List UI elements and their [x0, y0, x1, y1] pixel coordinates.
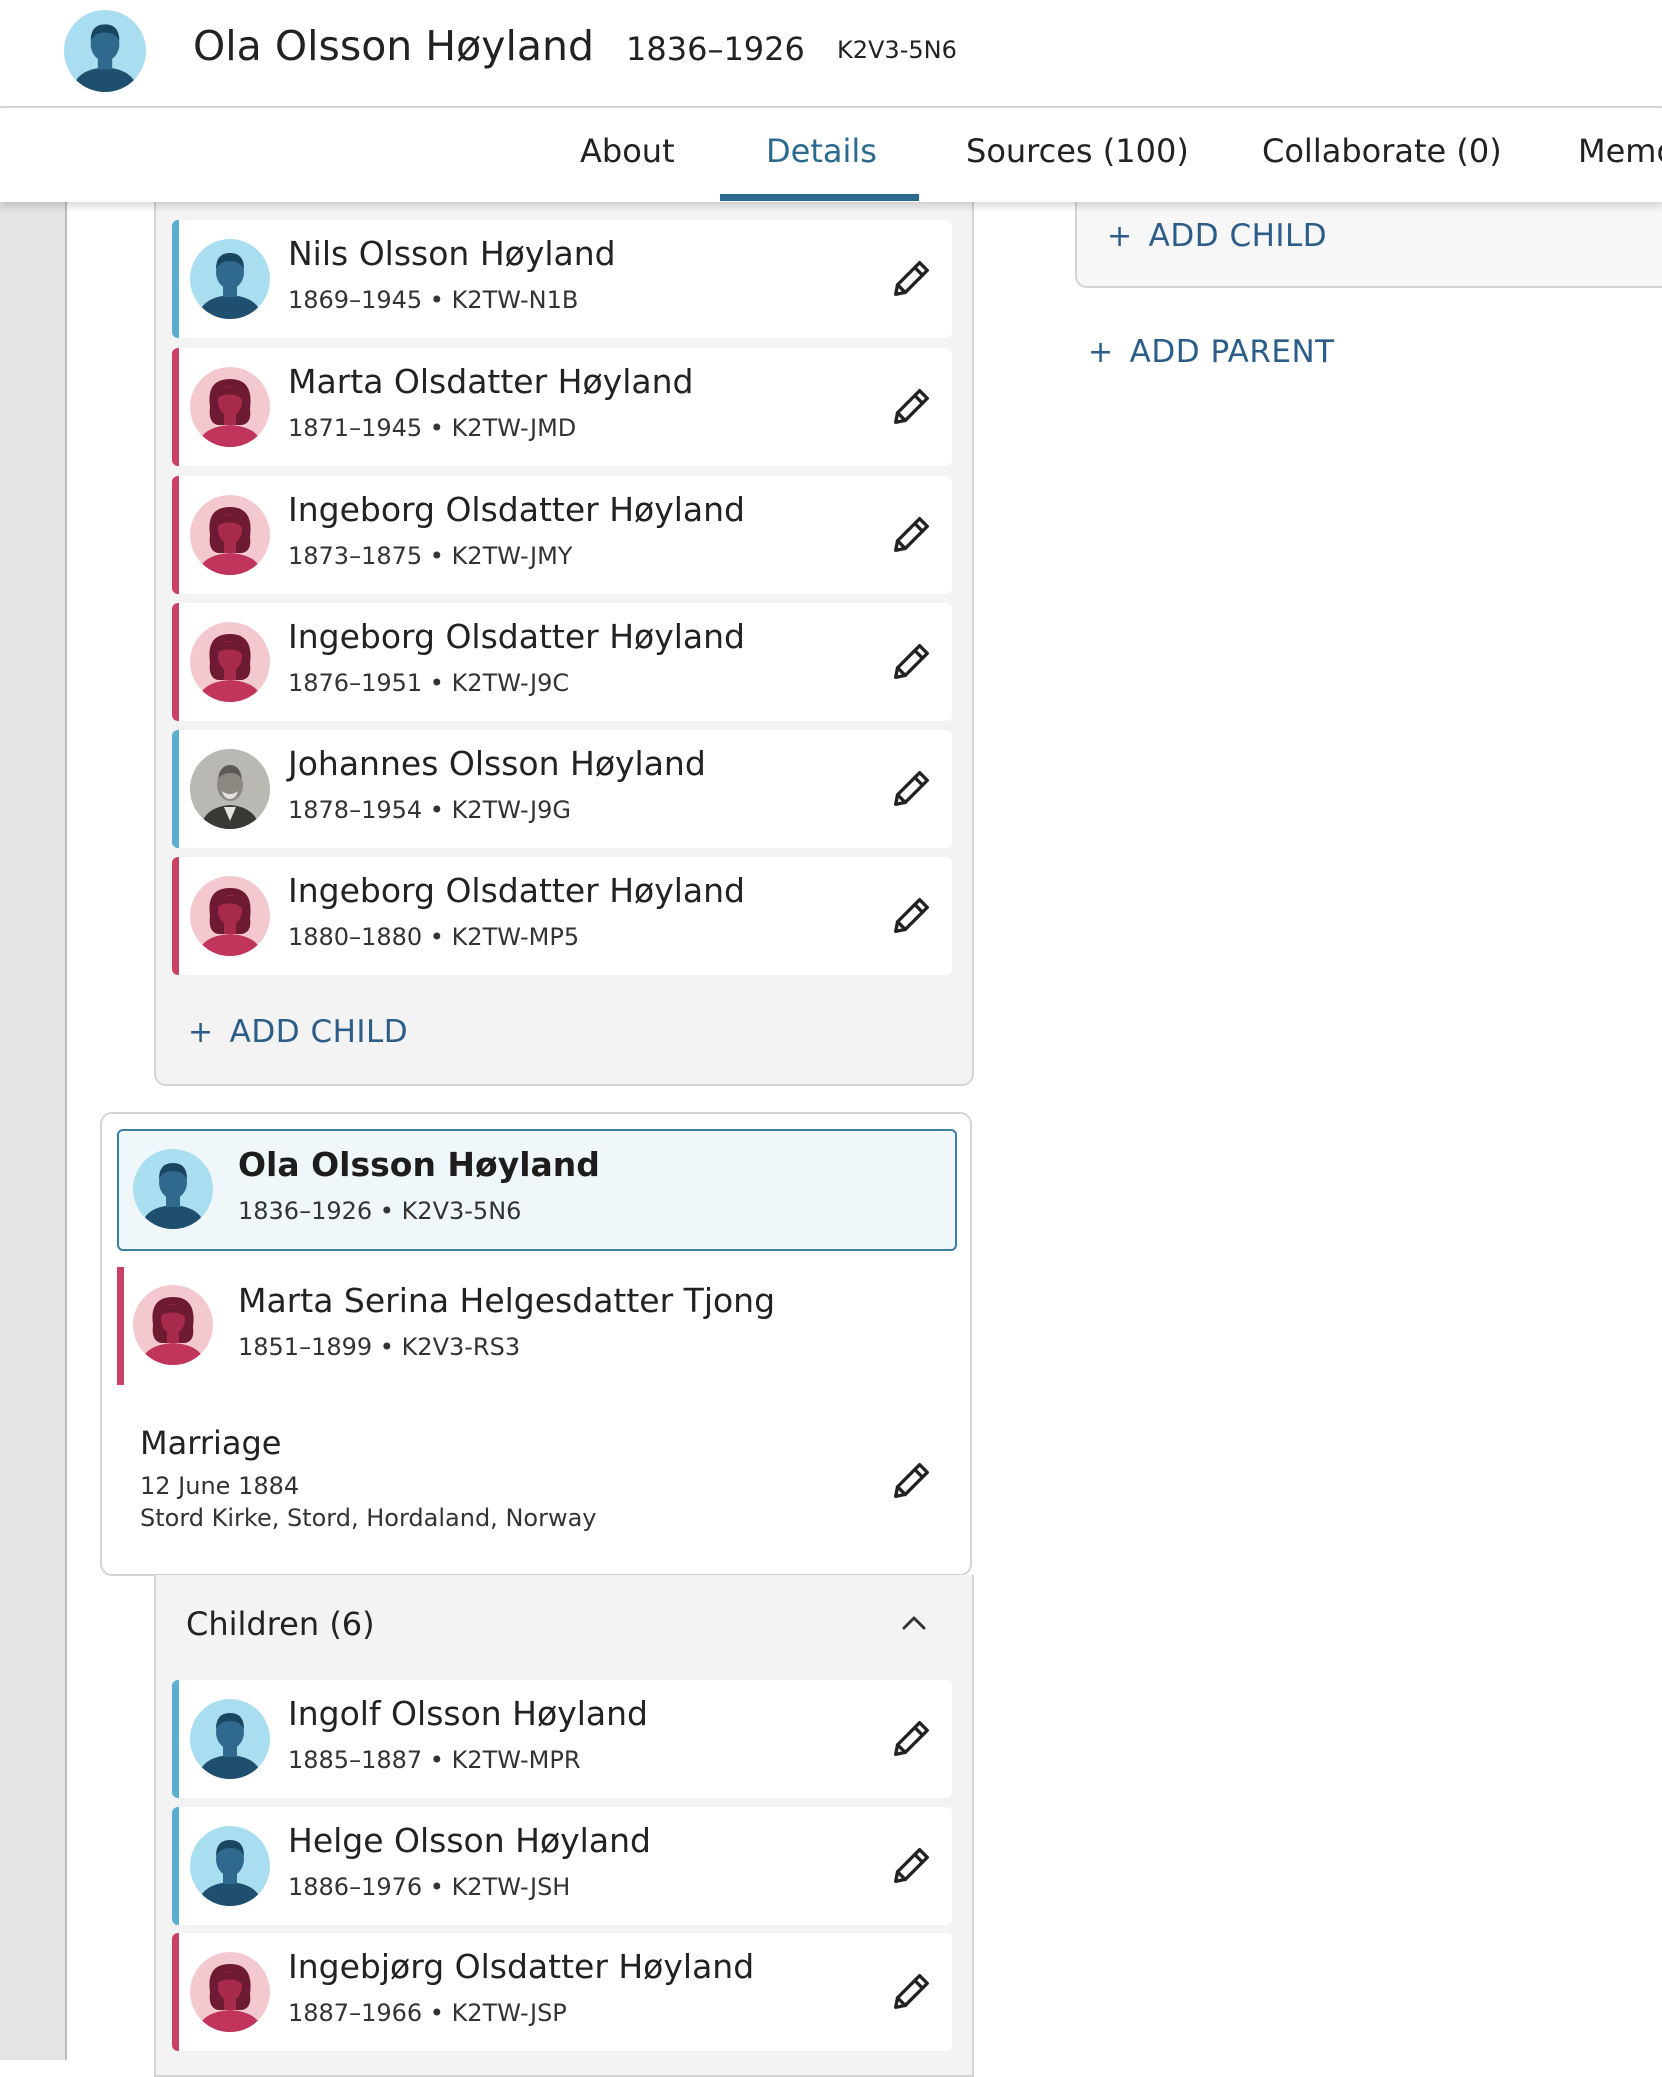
- child-name[interactable]: Ingeborg Olsdatter Høyland: [288, 871, 745, 910]
- pencil-edit-icon[interactable]: [888, 384, 934, 430]
- add-child-label: ADD CHILD: [1148, 218, 1328, 254]
- child-name[interactable]: Ingeborg Olsdatter Høyland: [288, 617, 745, 656]
- child-card[interactable]: Helge Olsson Høyland 1886–1976 • K2TW-JS…: [172, 1807, 952, 1925]
- spouse-name[interactable]: Marta Serina Helgesdatter Tjong: [238, 1281, 775, 1320]
- spouse-lifespan-id: 1851–1899 • K2V3-RS3: [238, 1333, 521, 1361]
- female-avatar-icon: [133, 1285, 213, 1365]
- add-parent-label: ADD PARENT: [1129, 334, 1335, 370]
- pencil-edit-icon[interactable]: [888, 1458, 934, 1504]
- person-lifespan: 1836–1926: [626, 30, 805, 68]
- child-lifespan-id: 1886–1976 • K2TW-JSH: [288, 1873, 571, 1901]
- person-photo: [190, 749, 270, 829]
- pencil-edit-icon[interactable]: [888, 256, 934, 302]
- chevron-up-icon[interactable]: [894, 1603, 934, 1643]
- pencil-edit-icon[interactable]: [888, 512, 934, 558]
- male-avatar-icon: [190, 239, 270, 319]
- child-card[interactable]: Ingeborg Olsdatter Høyland 1876–1951 • K…: [172, 603, 952, 721]
- child-lifespan-id: 1887–1966 • K2TW-JSP: [288, 1999, 567, 2027]
- gender-bar: [172, 857, 179, 975]
- add-child-button[interactable]: + ADD CHILD: [188, 1014, 408, 1050]
- gender-bar: [172, 476, 179, 594]
- child-card[interactable]: Marta Olsdatter Høyland 1871–1945 • K2TW…: [172, 348, 952, 466]
- focus-person-lifespan-id: 1836–1926 • K2V3-5N6: [238, 1197, 522, 1225]
- plus-icon: +: [1088, 335, 1114, 370]
- add-parent-button[interactable]: + ADD PARENT: [1088, 334, 1335, 370]
- couple-card: Ola Olsson Høyland 1836–1926 • K2V3-5N6 …: [100, 1112, 972, 1576]
- marriage-title: Marriage: [140, 1424, 282, 1462]
- child-name[interactable]: Nils Olsson Høyland: [288, 234, 616, 273]
- tab-memories[interactable]: Memo: [1578, 132, 1662, 170]
- child-lifespan-id: 1869–1945 • K2TW-N1B: [288, 286, 579, 314]
- side-strip: [0, 200, 67, 2060]
- pencil-edit-icon[interactable]: [888, 1843, 934, 1889]
- focus-person-card[interactable]: Ola Olsson Høyland 1836–1926 • K2V3-5N6: [117, 1129, 957, 1251]
- child-name[interactable]: Marta Olsdatter Høyland: [288, 362, 693, 401]
- male-avatar-icon: [190, 1699, 270, 1779]
- child-name[interactable]: Ingeborg Olsdatter Høyland: [288, 490, 745, 529]
- tab-sources[interactable]: Sources (100): [966, 132, 1189, 170]
- person-header: Ola Olsson Høyland 1836–1926 K2V3-5N6: [0, 0, 1662, 108]
- child-card[interactable]: Ingeborg Olsdatter Høyland 1880–1880 • K…: [172, 857, 952, 975]
- gender-bar: [172, 603, 179, 721]
- person-name: Ola Olsson Høyland: [193, 22, 595, 70]
- male-avatar-icon: [190, 1826, 270, 1906]
- children-list: Children (6) Ingolf Olsson Høyland 1885–…: [154, 1575, 974, 2077]
- plus-icon: +: [1107, 219, 1133, 254]
- gender-bar: [172, 1680, 179, 1798]
- female-avatar-icon: [190, 876, 270, 956]
- tab-about[interactable]: About: [580, 132, 675, 170]
- child-card[interactable]: Johannes Olsson Høyland 1878–1954 • K2TW…: [172, 730, 952, 848]
- gender-bar: [172, 1933, 179, 2051]
- marriage-place: Stord Kirke, Stord, Hordaland, Norway: [140, 1504, 597, 1532]
- child-lifespan-id: 1885–1887 • K2TW-MPR: [288, 1746, 581, 1774]
- child-lifespan-id: 1878–1954 • K2TW-J9G: [288, 796, 571, 824]
- female-avatar-icon: [190, 1952, 270, 2032]
- pencil-edit-icon[interactable]: [888, 893, 934, 939]
- person-id[interactable]: K2V3-5N6: [837, 36, 957, 64]
- female-avatar-icon: [190, 495, 270, 575]
- child-card[interactable]: Ingolf Olsson Høyland 1885–1887 • K2TW-M…: [172, 1680, 952, 1798]
- child-lifespan-id: 1871–1945 • K2TW-JMD: [288, 414, 577, 442]
- child-name[interactable]: Helge Olsson Høyland: [288, 1821, 651, 1860]
- child-card[interactable]: Ingebjørg Olsdatter Høyland 1887–1966 • …: [172, 1933, 952, 2051]
- pencil-edit-icon[interactable]: [888, 1969, 934, 2015]
- gender-bar: [172, 220, 179, 338]
- male-avatar-icon: [133, 1149, 213, 1229]
- tab-bar: About Details Sources (100) Collaborate …: [0, 108, 1662, 202]
- female-avatar-icon: [190, 622, 270, 702]
- gender-bar: [172, 730, 179, 848]
- male-avatar-icon: [64, 10, 146, 92]
- child-card[interactable]: Ingeborg Olsdatter Høyland 1873–1875 • K…: [172, 476, 952, 594]
- add-child-label: ADD CHILD: [229, 1014, 409, 1050]
- child-lifespan-id: 1873–1875 • K2TW-JMY: [288, 542, 573, 570]
- active-tab-indicator: [720, 194, 919, 201]
- gender-bar: [172, 1807, 179, 1925]
- children-list: Nils Olsson Høyland 1869–1945 • K2TW-N1B…: [154, 150, 974, 1086]
- child-name[interactable]: Ingolf Olsson Høyland: [288, 1694, 648, 1733]
- spouse-card[interactable]: Marta Serina Helgesdatter Tjong 1851–189…: [117, 1267, 957, 1385]
- female-avatar-icon: [190, 367, 270, 447]
- child-lifespan-id: 1876–1951 • K2TW-J9C: [288, 669, 570, 697]
- child-card[interactable]: Nils Olsson Høyland 1869–1945 • K2TW-N1B: [172, 220, 952, 338]
- tab-collaborate[interactable]: Collaborate (0): [1262, 132, 1502, 170]
- tab-details[interactable]: Details: [766, 132, 877, 170]
- child-name[interactable]: Ingebjørg Olsdatter Høyland: [288, 1947, 754, 1986]
- plus-icon: +: [188, 1015, 214, 1050]
- pencil-edit-icon[interactable]: [888, 766, 934, 812]
- gender-bar: [117, 1267, 124, 1385]
- marriage-date: 12 June 1884: [140, 1472, 300, 1500]
- add-child-button[interactable]: + ADD CHILD: [1107, 218, 1327, 254]
- child-name[interactable]: Johannes Olsson Høyland: [288, 744, 706, 783]
- children-section-header[interactable]: Children (6): [186, 1605, 375, 1643]
- pencil-edit-icon[interactable]: [888, 1716, 934, 1762]
- gender-bar: [172, 348, 179, 466]
- child-lifespan-id: 1880–1880 • K2TW-MP5: [288, 923, 580, 951]
- focus-person-name: Ola Olsson Høyland: [238, 1145, 600, 1184]
- pencil-edit-icon[interactable]: [888, 639, 934, 685]
